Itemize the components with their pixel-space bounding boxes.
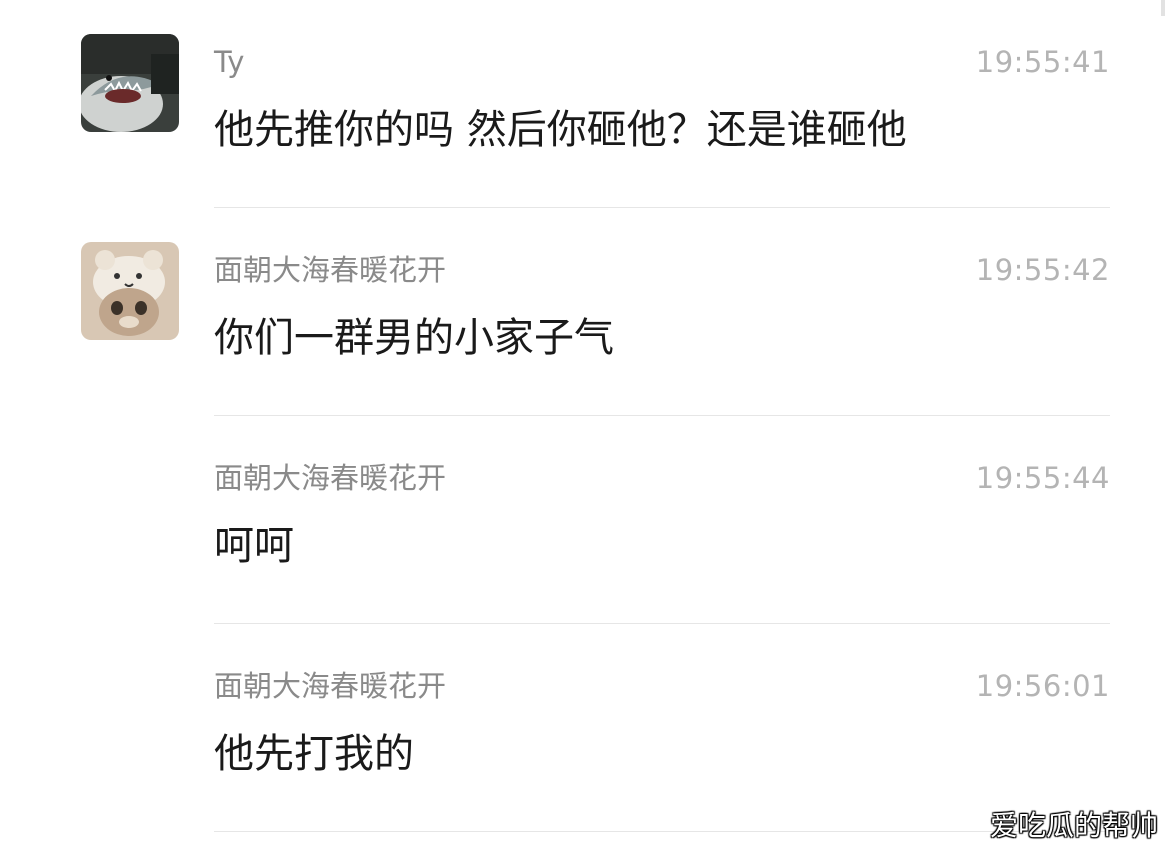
message-text: 呵呵 [214, 523, 294, 569]
message-divider [214, 831, 1110, 832]
message-item[interactable]: Ty 19:55:41 他先推你的吗 然后你砸他？还是谁砸他 [0, 0, 1174, 208]
message-timestamp: 19:55:42 [975, 253, 1110, 287]
sender-name: 面朝大海春暖花开 [214, 669, 447, 703]
message-text: 你们一群男的小家子气 [214, 315, 614, 361]
chat-message-list: Ty 19:55:41 他先推你的吗 然后你砸他？还是谁砸他 面朝大海春暖花开 … [0, 0, 1174, 854]
scroll-edge-mark [1161, 0, 1165, 16]
watermark-text: 爱吃瓜的帮帅 [989, 809, 1158, 842]
message-timestamp: 19:55:41 [975, 45, 1110, 79]
message-item[interactable]: 面朝大海春暖花开 19:56:01 他先打我的 [0, 624, 1174, 832]
message-timestamp: 19:56:01 [975, 669, 1110, 703]
message-item[interactable]: 面朝大海春暖花开 19:55:42 你们一群男的小家子气 [0, 208, 1174, 416]
message-item[interactable]: 面朝大海春暖花开 19:55:44 呵呵 [0, 416, 1174, 624]
shark-avatar-icon[interactable] [81, 34, 179, 132]
message-text: 他先打我的 [214, 731, 414, 777]
message-timestamp: 19:55:44 [975, 461, 1110, 495]
cat-avatar-icon[interactable] [81, 242, 179, 340]
sender-name: 面朝大海春暖花开 [214, 253, 447, 287]
sender-name: 面朝大海春暖花开 [214, 461, 447, 495]
sender-name: Ty [214, 45, 245, 79]
message-text: 他先推你的吗 然后你砸他？还是谁砸他 [214, 107, 907, 153]
